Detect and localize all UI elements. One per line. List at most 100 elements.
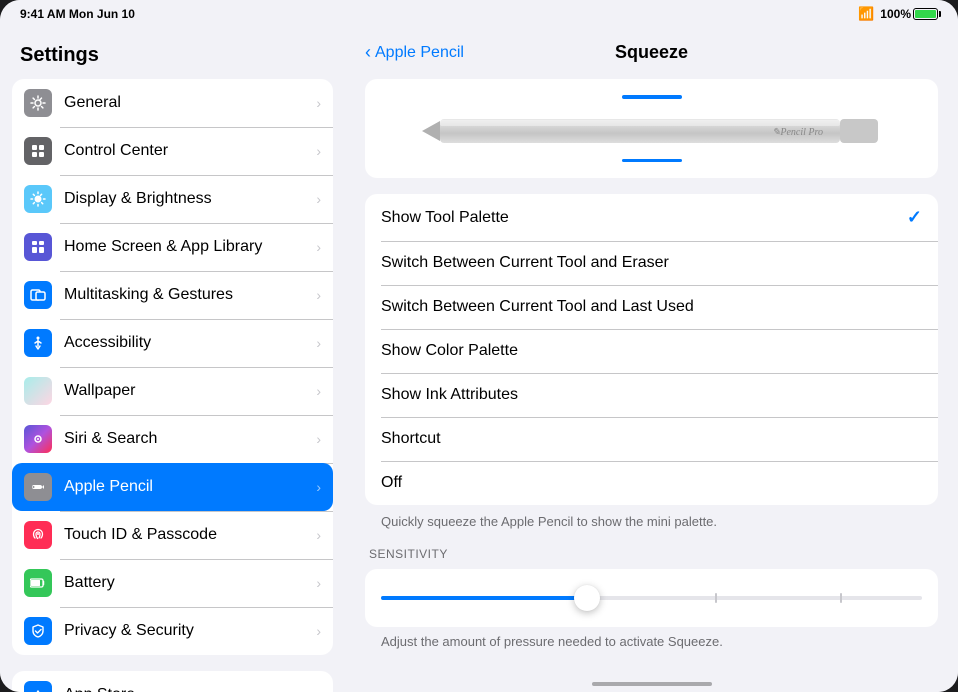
sidebar-item-wallpaper[interactable]: Wallpaper ›: [12, 367, 333, 415]
status-bar: 9:41 AM Mon Jun 10 📶 100%: [0, 0, 958, 28]
multitasking-chevron: ›: [316, 287, 321, 303]
pencil-squeeze-indicator: [622, 159, 682, 162]
option-show-color-palette[interactable]: Show Color Palette: [365, 329, 938, 373]
slider-container: [365, 569, 938, 627]
app-store-icon: [24, 681, 52, 692]
accessibility-icon: [24, 329, 52, 357]
general-icon: [24, 89, 52, 117]
back-chevron-icon: ‹: [365, 42, 371, 63]
wallpaper-chevron: ›: [316, 383, 321, 399]
sidebar-item-display[interactable]: Display & Brightness ›: [12, 175, 333, 223]
multitasking-icon: [24, 281, 52, 309]
status-time: 9:41 AM Mon Jun 10: [20, 7, 135, 21]
sensitivity-label: SENSITIVITY: [365, 547, 938, 561]
sidebar-item-control-center[interactable]: Control Center ›: [12, 127, 333, 175]
pencil-container: ✎Pencil Pro: [365, 79, 938, 178]
pencil-tab-indicator: [622, 95, 682, 99]
siri-chevron: ›: [316, 431, 321, 447]
option-off[interactable]: Off: [365, 461, 938, 505]
option-shortcut-label: Shortcut: [381, 430, 922, 448]
wifi-icon: 📶: [858, 6, 874, 22]
home-screen-chevron: ›: [316, 239, 321, 255]
option-switch-last-used[interactable]: Switch Between Current Tool and Last Use…: [365, 285, 938, 329]
app-store-label: App Store: [64, 686, 316, 692]
siri-label: Siri & Search: [64, 430, 316, 448]
slider-tick-1: [715, 593, 717, 603]
sidebar-section-2: App Store › Wallet & Apple Pay ›: [12, 671, 333, 692]
sidebar-item-battery[interactable]: Battery ›: [12, 559, 333, 607]
sidebar-title: Settings: [12, 28, 333, 79]
sensitivity-slider[interactable]: [381, 583, 922, 613]
sidebar-item-home-screen[interactable]: Home Screen & App Library ›: [12, 223, 333, 271]
privacy-label: Privacy & Security: [64, 622, 316, 640]
slider-track: [381, 596, 922, 600]
detail-title: Squeeze: [615, 42, 688, 63]
accessibility-chevron: ›: [316, 335, 321, 351]
touch-id-chevron: ›: [316, 527, 321, 543]
slider-tick-2: [840, 593, 842, 603]
multitasking-label: Multitasking & Gestures: [64, 286, 316, 304]
option-shortcut[interactable]: Shortcut: [365, 417, 938, 461]
option-switch-eraser-label: Switch Between Current Tool and Eraser: [381, 254, 922, 272]
apple-pencil-icon: [24, 473, 52, 501]
option-switch-eraser[interactable]: Switch Between Current Tool and Eraser: [365, 241, 938, 285]
detail-panel: ‹ Apple Pencil Squeeze: [345, 28, 958, 692]
battery-bar: [913, 8, 938, 20]
sidebar-item-touch-id[interactable]: Touch ID & Passcode ›: [12, 511, 333, 559]
battery-indicator: 100%: [880, 7, 938, 21]
back-label: Apple Pencil: [375, 44, 464, 62]
home-screen-label: Home Screen & App Library: [64, 238, 316, 256]
touch-id-label: Touch ID & Passcode: [64, 526, 316, 544]
battery-fill: [915, 10, 936, 18]
display-label: Display & Brightness: [64, 190, 316, 208]
option-show-ink-attributes[interactable]: Show Ink Attributes: [365, 373, 938, 417]
accessibility-label: Accessibility: [64, 334, 316, 352]
privacy-chevron: ›: [316, 623, 321, 639]
display-icon: [24, 185, 52, 213]
options-section: Show Tool Palette ✓ Switch Between Curre…: [365, 194, 938, 505]
control-center-label: Control Center: [64, 142, 316, 160]
option-show-tool-palette[interactable]: Show Tool Palette ✓: [365, 194, 938, 241]
battery-percentage: 100%: [880, 7, 911, 21]
svg-text:✎Pencil Pro: ✎Pencil Pro: [772, 127, 823, 138]
home-indicator: [592, 682, 712, 686]
sidebar-section-1: General › Control Center ›: [12, 79, 333, 655]
option-show-color-palette-label: Show Color Palette: [381, 342, 922, 360]
apple-pencil-label: Apple Pencil: [64, 478, 316, 496]
sensitivity-section: SENSITIVITY: [365, 547, 938, 627]
detail-header: ‹ Apple Pencil Squeeze: [345, 28, 958, 71]
sensitivity-helper-text: Adjust the amount of pressure needed to …: [381, 633, 922, 651]
sidebar: Settings General ›: [0, 28, 345, 692]
apple-pencil-chevron: ›: [316, 479, 321, 495]
slider-progress: [381, 596, 587, 600]
slider-handle[interactable]: [574, 585, 600, 611]
main-content: Settings General ›: [0, 28, 958, 692]
sidebar-item-privacy[interactable]: Privacy & Security ›: [12, 607, 333, 655]
home-screen-icon: [24, 233, 52, 261]
general-label: General: [64, 94, 316, 112]
option-switch-last-used-label: Switch Between Current Tool and Last Use…: [381, 298, 922, 316]
wallpaper-icon: [24, 377, 52, 405]
general-chevron: ›: [316, 95, 321, 111]
back-button[interactable]: ‹ Apple Pencil: [365, 42, 464, 63]
siri-icon: [24, 425, 52, 453]
sidebar-item-accessibility[interactable]: Accessibility ›: [12, 319, 333, 367]
app-store-chevron: ›: [316, 687, 321, 692]
privacy-icon: [24, 617, 52, 645]
sidebar-item-siri[interactable]: Siri & Search ›: [12, 415, 333, 463]
sidebar-item-multitasking[interactable]: Multitasking & Gestures ›: [12, 271, 333, 319]
sidebar-item-apple-pencil[interactable]: Apple Pencil ›: [12, 463, 333, 511]
touch-id-icon: [24, 521, 52, 549]
battery-chevron: ›: [316, 575, 321, 591]
option-show-tool-palette-label: Show Tool Palette: [381, 209, 907, 227]
option-show-tool-palette-check: ✓: [907, 207, 922, 228]
status-right: 📶 100%: [858, 6, 938, 22]
display-chevron: ›: [316, 191, 321, 207]
option-show-ink-attributes-label: Show Ink Attributes: [381, 386, 922, 404]
options-helper-text: Quickly squeeze the Apple Pencil to show…: [381, 513, 922, 531]
pencil-illustration: ✎Pencil Pro: [422, 111, 882, 151]
sidebar-item-general[interactable]: General ›: [12, 79, 333, 127]
control-center-chevron: ›: [316, 143, 321, 159]
control-center-icon: [24, 137, 52, 165]
sidebar-item-app-store[interactable]: App Store ›: [12, 671, 333, 692]
